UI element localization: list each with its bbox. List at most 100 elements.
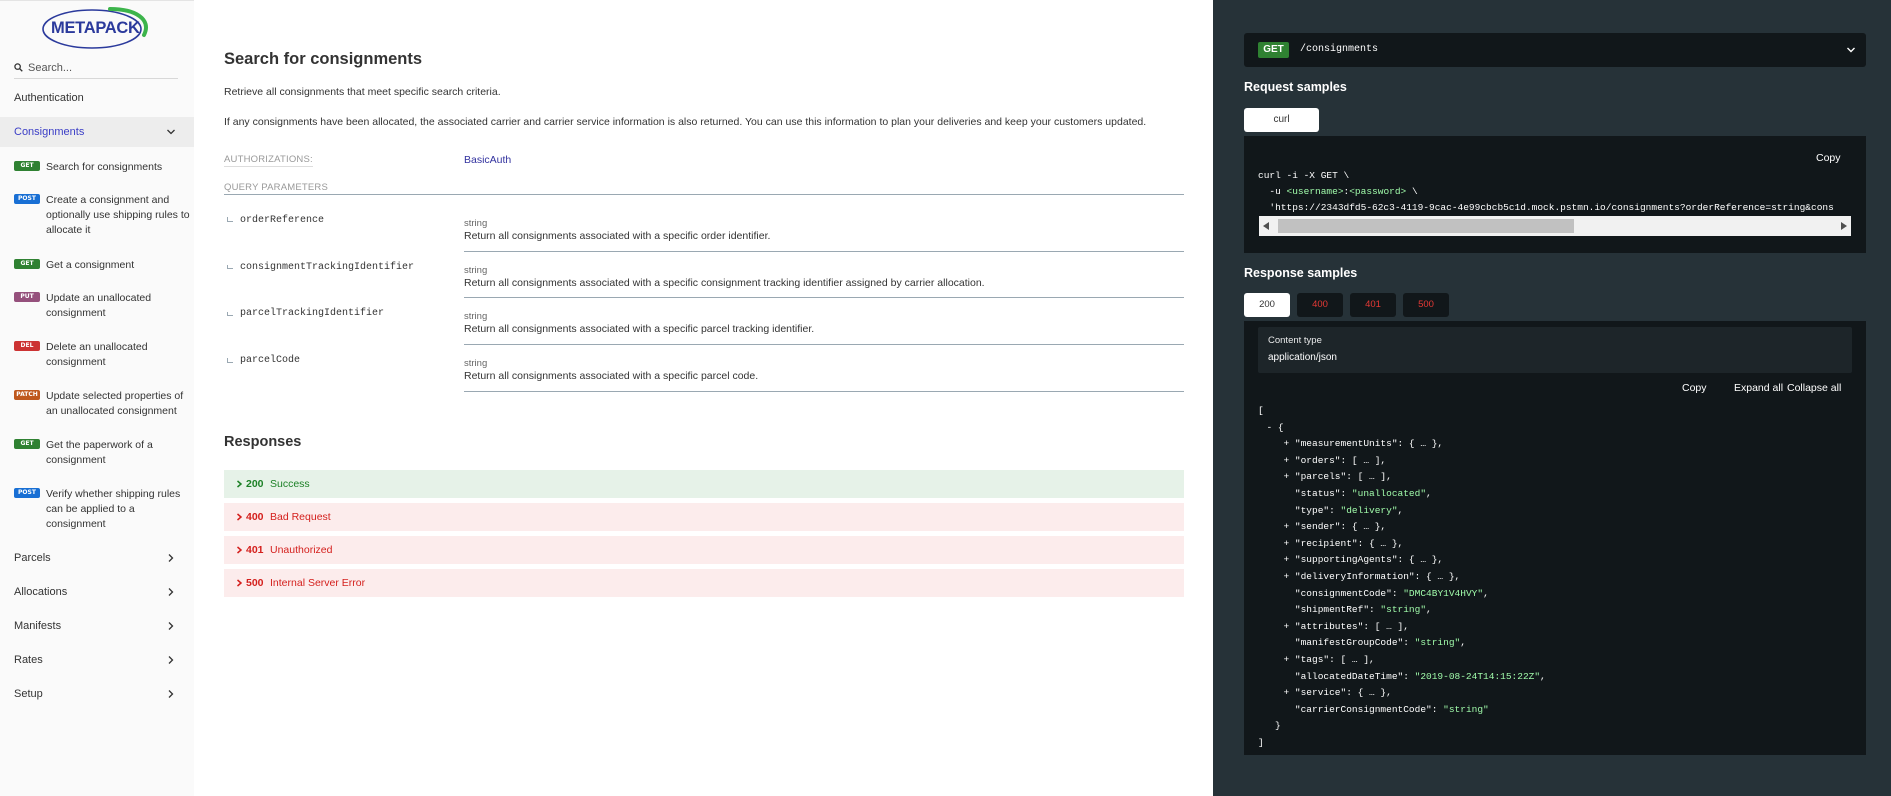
sidebar-op-patch-consignment[interactable]: PATCH Update selected properties of an u…	[14, 389, 184, 419]
response-code-block: Content type application/json Copy Expan…	[1244, 321, 1866, 755]
param-tree-tick	[227, 221, 233, 222]
json-line[interactable]: + "deliveryInformation": { … },	[1284, 571, 1461, 582]
json-line: [	[1258, 405, 1264, 416]
response-500-toggle[interactable]: 500 Internal Server Error	[224, 569, 1184, 597]
op-label: Delete an unallocated consignment	[46, 341, 148, 368]
content-type-selector[interactable]: Content type application/json	[1258, 327, 1852, 373]
query-parameters-divider	[224, 194, 1184, 195]
sidebar-item-manifests[interactable]: Manifests	[0, 617, 194, 637]
sidebar-item-setup[interactable]: Setup	[0, 685, 194, 705]
sidebar-op-verify-shipping-rules[interactable]: POST Verify whether shipping rules can b…	[14, 487, 184, 532]
chevron-right-icon	[237, 546, 243, 554]
sidebar-item-label: Manifests	[14, 620, 62, 632]
response-code: 401	[246, 544, 264, 556]
json-line: }	[1275, 720, 1281, 732]
metapack-logo[interactable]: METAPACK	[40, 5, 156, 51]
sidebar-item-rates[interactable]: Rates	[0, 651, 194, 671]
http-method-badge: GET	[1258, 42, 1289, 58]
chevron-down-icon	[1847, 47, 1855, 53]
json-line[interactable]: + "orders": [ … ],	[1284, 455, 1387, 466]
json-line[interactable]: + "tags": [ … ],	[1284, 654, 1375, 665]
curl-line: curl -i -X GET \	[1258, 170, 1350, 181]
sidebar-item-allocations[interactable]: Allocations	[0, 583, 194, 603]
expand-all-button[interactable]: Expand all	[1734, 382, 1783, 394]
op-label: Get the paperwork of a consignment	[46, 439, 153, 466]
request-code-block: Copy curl -i -X GET \ -u <username>:<pas…	[1244, 136, 1866, 253]
op-label: Get a consignment	[46, 259, 135, 271]
sidebar-op-delete-consignment[interactable]: DEL Delete an unallocated consignment	[14, 340, 184, 370]
op-label: Update an unallocated consignment	[46, 292, 152, 319]
sidebar-op-get-paperwork[interactable]: GET Get the paperwork of a consignment	[14, 438, 184, 468]
json-line[interactable]: + "sender": { … },	[1284, 521, 1387, 532]
json-line: "manifestGroupCode": "string",	[1283, 637, 1466, 649]
sidebar-op-get-consignment[interactable]: GET Get a consignment	[14, 258, 184, 273]
sidebar-item-label: Rates	[14, 654, 43, 666]
param-name: orderReference	[240, 215, 325, 226]
param-description: Return all consignments associated with …	[464, 323, 815, 335]
op-label: Verify whether shipping rules can be app…	[46, 488, 181, 530]
search-input[interactable]	[28, 60, 176, 76]
page-title: Search for consignments	[224, 50, 423, 68]
method-badge: DEL	[14, 341, 40, 351]
method-badge: GET	[14, 439, 40, 449]
json-line[interactable]: + "recipient": { … },	[1284, 538, 1404, 549]
response-text: Success	[270, 478, 310, 490]
response-text: Internal Server Error	[270, 577, 366, 589]
description-summary: Retrieve all consignments that meet spec…	[224, 86, 501, 98]
content-type-label: Content type	[1268, 335, 1322, 346]
param-name: consignmentTrackingIdentifier	[240, 262, 415, 273]
param-type: string	[464, 311, 488, 322]
description-detail: If any consignments have been allocated,…	[224, 116, 1147, 128]
sidebar-op-create-consignment[interactable]: POST Create a consignment and optionally…	[14, 193, 190, 238]
response-text: Unauthorized	[270, 544, 333, 556]
chevron-right-icon	[168, 622, 174, 630]
json-line[interactable]: + "supportingAgents": { … },	[1284, 554, 1444, 565]
content-type-value: application/json	[1268, 352, 1337, 363]
copy-response-button[interactable]: Copy	[1682, 382, 1707, 394]
response-401-toggle[interactable]: 401 Unauthorized	[224, 536, 1184, 564]
chevron-right-icon	[168, 656, 174, 664]
horizontal-scrollbar[interactable]	[1259, 216, 1851, 236]
json-line[interactable]: + "attributes": [ … ],	[1284, 621, 1409, 632]
endpoint-toggle[interactable]: GET /consignments	[1244, 33, 1866, 67]
method-badge: GET	[14, 259, 40, 269]
param-name: parcelTrackingIdentifier	[240, 308, 385, 319]
param-type: string	[464, 265, 488, 276]
scroll-right-icon[interactable]	[1841, 222, 1847, 230]
response-code: 200	[246, 478, 264, 490]
copy-request-button[interactable]: Copy	[1816, 152, 1841, 164]
response-200-toggle[interactable]: 200 Success	[224, 470, 1184, 498]
tab-status-500[interactable]: 500	[1403, 293, 1449, 317]
param-divider	[464, 297, 1184, 298]
response-400-toggle[interactable]: 400 Bad Request	[224, 503, 1184, 531]
json-line: - {	[1266, 421, 1284, 433]
tab-status-401[interactable]: 401	[1350, 293, 1396, 317]
chevron-right-icon	[237, 579, 243, 587]
sidebar-item-authentication[interactable]: Authentication	[0, 89, 194, 109]
tab-status-400[interactable]: 400	[1297, 293, 1343, 317]
sidebar-item-label: Allocations	[14, 586, 68, 598]
chevron-right-icon	[168, 690, 174, 698]
request-samples-title: Request samples	[1244, 80, 1347, 94]
tab-curl[interactable]: curl	[1244, 108, 1319, 132]
sidebar-op-update-consignment[interactable]: PUT Update an unallocated consignment	[14, 291, 184, 321]
sidebar-item-parcels[interactable]: Parcels	[0, 549, 194, 569]
json-line[interactable]: + "measurementUnits": { … },	[1284, 438, 1444, 449]
json-line[interactable]: + "service": { … },	[1284, 687, 1392, 698]
json-line[interactable]: + "parcels": [ … ],	[1284, 471, 1392, 482]
tab-status-200[interactable]: 200	[1244, 293, 1290, 317]
collapse-all-button[interactable]: Collapse all	[1787, 382, 1841, 394]
basic-auth-link[interactable]: BasicAuth	[464, 154, 511, 166]
scroll-left-icon[interactable]	[1263, 222, 1269, 230]
param-description: Return all consignments associated with …	[464, 370, 759, 382]
sidebar-item-consignments[interactable]: Consignments	[0, 117, 194, 147]
sidebar-op-search-consignments[interactable]: GET Search for consignments	[14, 160, 184, 175]
sidebar-item-label: Consignments	[14, 126, 85, 138]
chevron-right-icon	[237, 513, 243, 521]
responses-title: Responses	[224, 434, 302, 450]
op-label: Create a consignment and optionally use …	[46, 194, 190, 236]
samples-panel: GET /consignments Request samples curl C…	[1213, 0, 1891, 796]
json-line: "type": "delivery",	[1283, 504, 1404, 516]
scrollbar-thumb[interactable]	[1278, 219, 1574, 233]
response-samples-title: Response samples	[1244, 266, 1358, 280]
